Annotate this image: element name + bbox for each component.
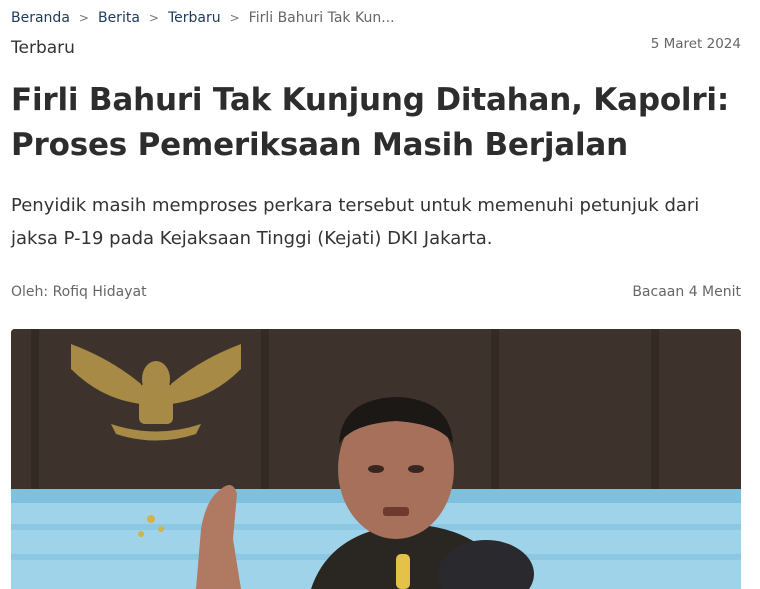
- article-date: 5 Maret 2024: [650, 36, 741, 52]
- article-title: Firli Bahuri Tak Kunjung Ditahan, Kapolr…: [11, 82, 730, 163]
- breadcrumb-latest-link[interactable]: Terbaru: [168, 10, 221, 26]
- breadcrumb-news-link[interactable]: Berita: [98, 10, 140, 26]
- article-author: Oleh: Rofiq Hidayat: [11, 284, 147, 300]
- breadcrumb-separator: >: [78, 11, 89, 25]
- hero-photo-illustration: [11, 329, 741, 589]
- breadcrumb-separator: >: [229, 11, 240, 25]
- breadcrumb-separator: >: [148, 11, 159, 25]
- article-lead: Penyidik masih memproses perkara tersebu…: [11, 195, 700, 249]
- breadcrumb-current: Firli Bahuri Tak Kun...: [248, 10, 395, 26]
- read-time: Bacaan 4 Menit: [632, 284, 741, 300]
- article-meta: Oleh: Rofiq Hidayat Bacaan 4 Menit: [11, 284, 741, 300]
- article-category[interactable]: Terbaru: [11, 38, 75, 58]
- breadcrumb: Beranda > Berita > Terbaru > Firli Bahur…: [11, 8, 395, 28]
- breadcrumb-home-link[interactable]: Beranda: [11, 10, 70, 26]
- article-hero-image: [11, 329, 741, 589]
